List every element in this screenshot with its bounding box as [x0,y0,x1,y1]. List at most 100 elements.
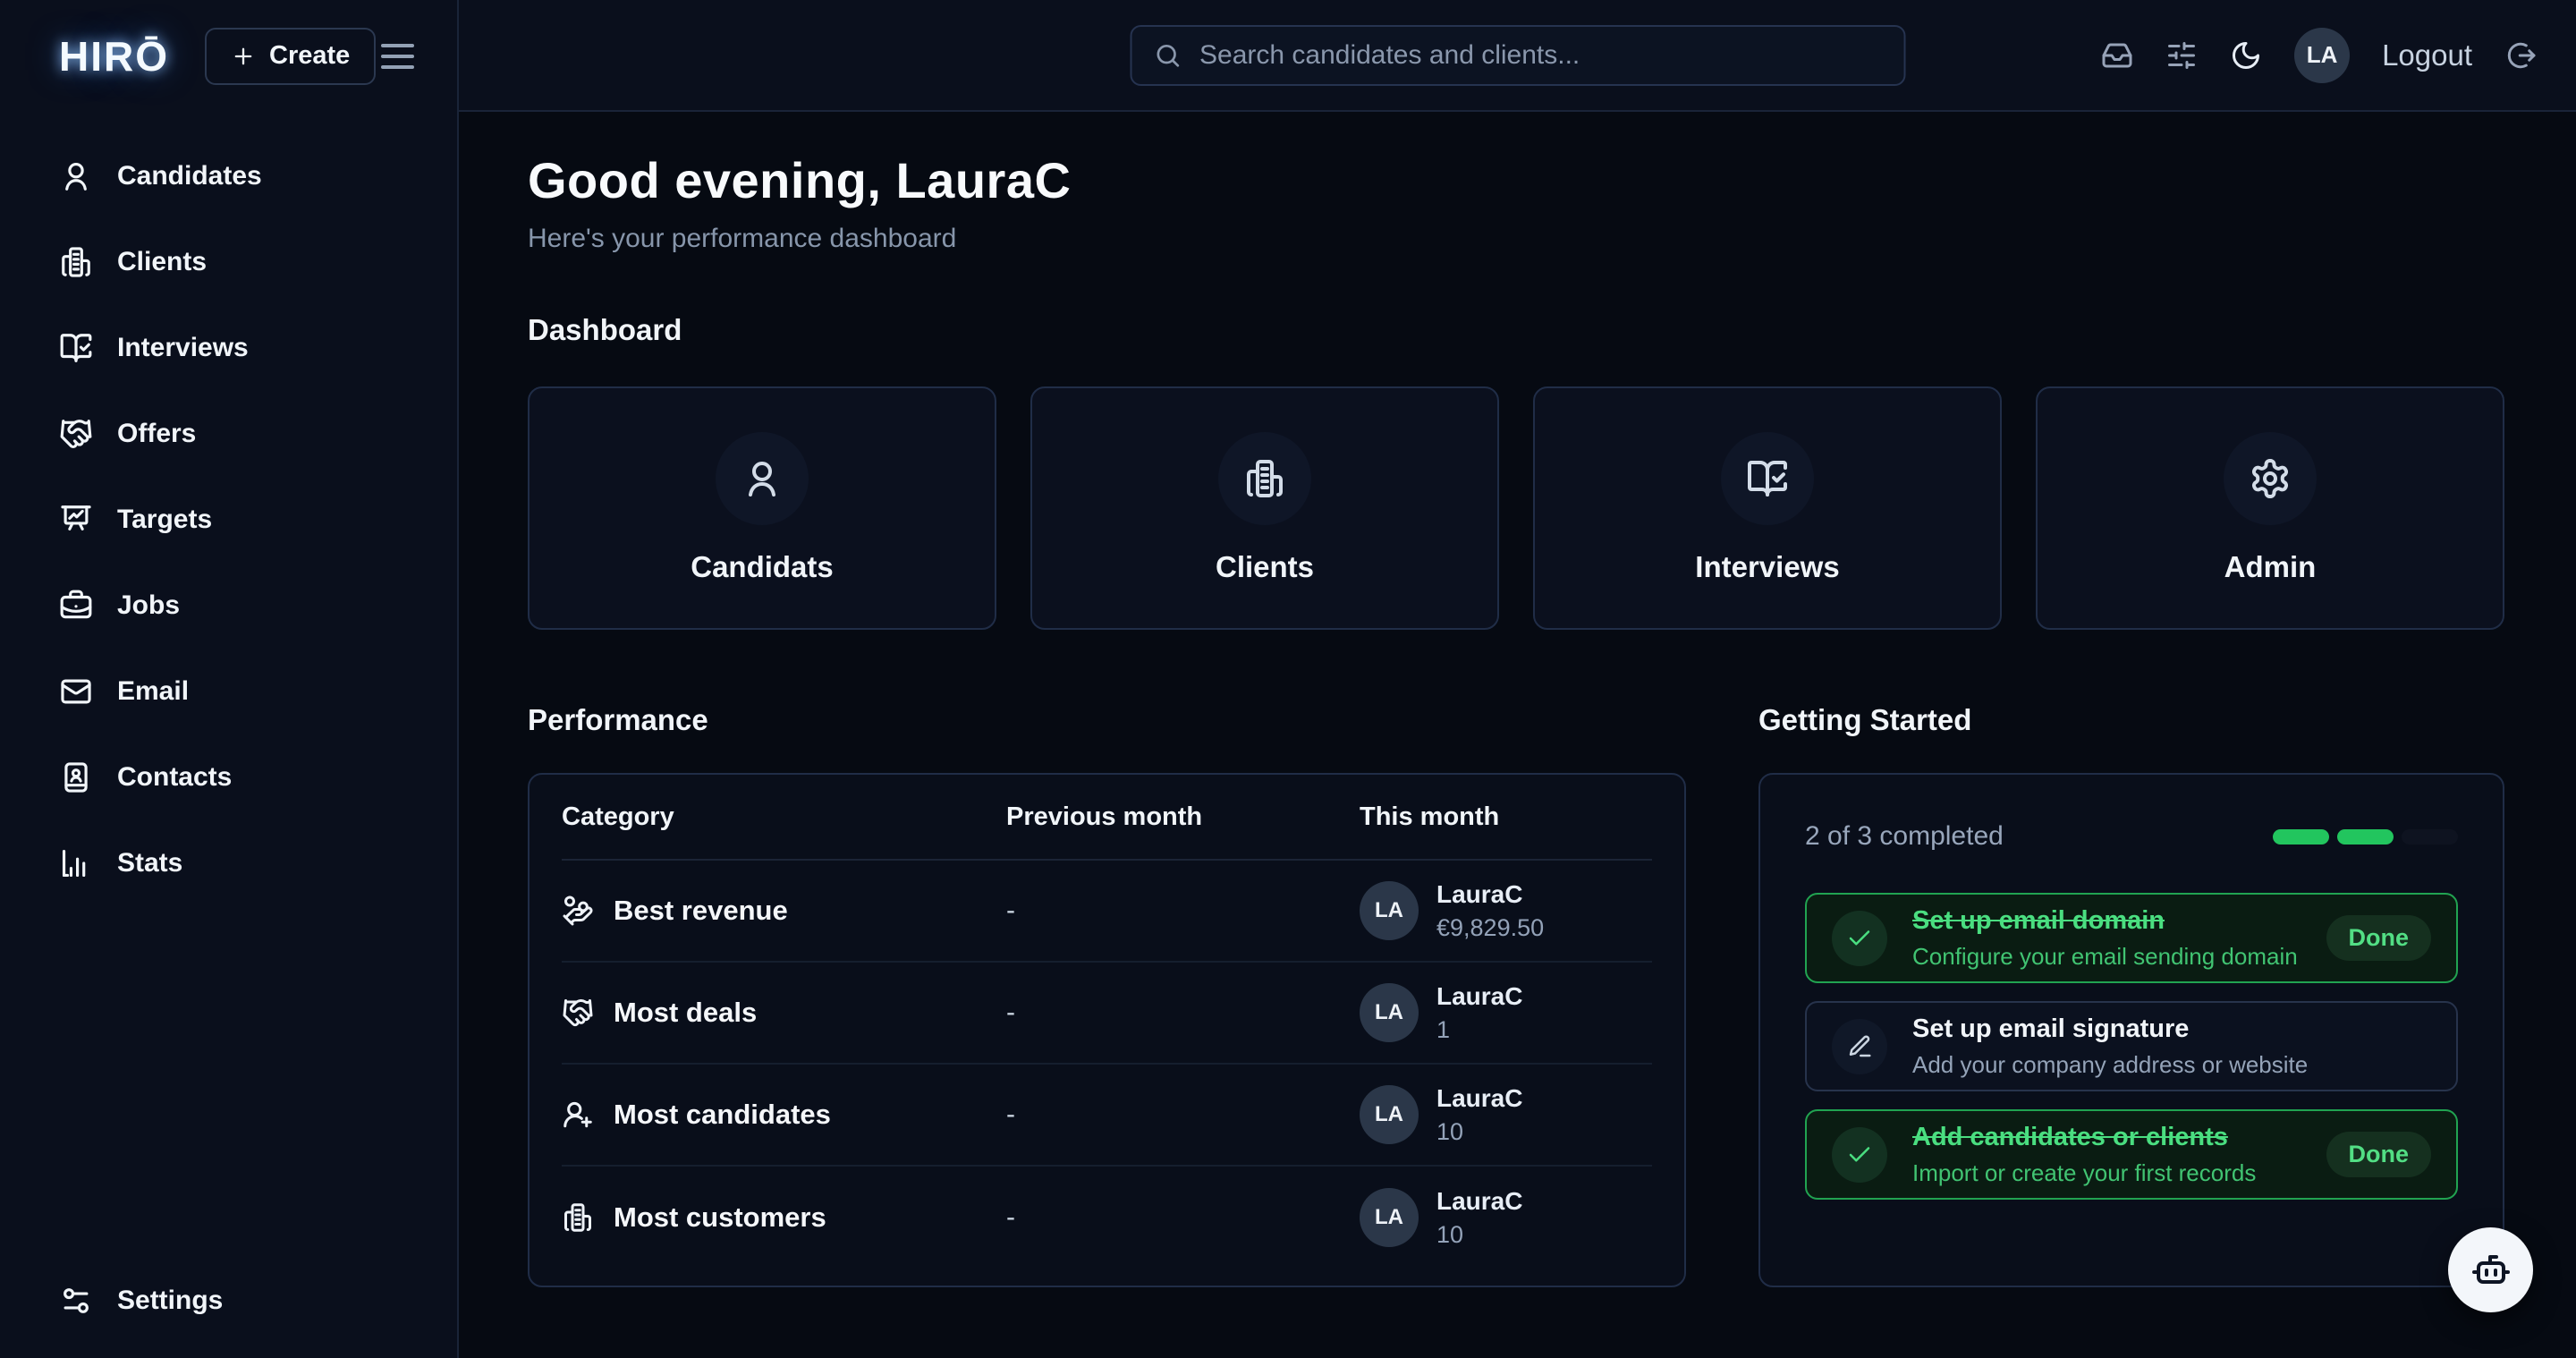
dashboard-card-admin[interactable]: Admin [2036,386,2504,630]
task-title: Add candidates or clients [1912,1123,2256,1152]
progress-bar [2273,829,2458,845]
content: Good evening, LauraC Here's your perform… [459,112,2576,1358]
row-category: Most deals [614,997,757,1029]
winner-name: LauraC [1436,1084,1522,1113]
table-row: Most deals - LA LauraC 1 [562,963,1652,1065]
sidebar-item-jobs[interactable]: Jobs [0,563,457,649]
inbox-icon[interactable] [2101,39,2133,72]
search-input[interactable] [1199,40,1882,71]
task-title: Set up email signature [1912,1014,2308,1044]
menu-toggle-icon[interactable] [376,38,419,74]
row-previous-value: - [1006,997,1360,1028]
sidebar-item-label: Jobs [117,590,180,621]
winner-name: LauraC [1436,880,1544,909]
row-category: Best revenue [614,895,788,927]
task-add-records[interactable]: Add candidates or clients Import or crea… [1805,1109,2458,1200]
sidebar-item-label: Settings [117,1286,223,1316]
sidebar-spacer [0,906,457,1258]
building-icon [562,1201,594,1234]
user-plus-icon [562,1099,594,1131]
briefcase-icon [59,589,93,623]
create-button-label: Create [269,41,350,71]
performance-title: Performance [528,703,1686,737]
sidebar-item-email[interactable]: Email [0,649,457,734]
logout-button[interactable]: Logout [2382,38,2472,72]
getting-started-section: Getting Started 2 of 3 completed [1758,703,2504,1287]
performance-section: Performance Category Previous month This… [528,703,1686,1287]
done-badge: Done [2326,1132,2432,1177]
row-winner: LA LauraC 10 [1360,1084,1652,1146]
hand-coins-icon [562,895,594,927]
brand-logo: HIRŌ [59,32,169,81]
task-list: Set up email domain Configure your email… [1805,893,2458,1200]
done-badge: Done [2326,915,2432,961]
task-title: Set up email domain [1912,906,2298,936]
avatar[interactable]: LA [2294,28,2350,83]
task-email-signature[interactable]: Set up email signature Add your company … [1805,1001,2458,1091]
winner-value: 1 [1436,1016,1522,1044]
user-icon [741,457,784,500]
winner-value: 10 [1436,1118,1522,1146]
dashboard-card-interviews[interactable]: Interviews [1533,386,2002,630]
sidebar-item-settings[interactable]: Settings [0,1258,457,1344]
task-subtitle: Configure your email sending domain [1912,943,2298,971]
progress-segment [2402,829,2458,845]
bar-chart-icon [59,846,93,880]
dashboard-card-candidates[interactable]: Candidats [528,386,996,630]
moon-icon[interactable] [2230,39,2262,72]
sidebar-item-offers[interactable]: Offers [0,391,457,477]
book-check-icon [59,331,93,365]
avatar: LA [1360,1188,1419,1247]
row-previous-value: - [1006,1202,1360,1233]
winner-value: 10 [1436,1221,1522,1249]
sidebar-item-interviews[interactable]: Interviews [0,305,457,391]
sliders-icon[interactable] [2165,39,2198,72]
page-title: Good evening, LauraC [528,151,2576,209]
task-subtitle: Import or create your first records [1912,1159,2256,1187]
card-label: Admin [2224,550,2317,584]
column-header-previous-month: Previous month [1006,802,1360,832]
sidebar-item-contacts[interactable]: Contacts [0,734,457,820]
sidebar-item-targets[interactable]: Targets [0,477,457,563]
sidebar-item-candidates[interactable]: Candidates [0,133,457,219]
check-circle [1832,1127,1887,1183]
plus-icon [231,44,256,69]
create-button[interactable]: Create [205,28,376,85]
gear-icon [2249,457,2292,500]
check-circle [1832,911,1887,966]
presentation-chart-icon [59,503,93,537]
sidebar-item-label: Offers [117,419,196,449]
main-area: LA Logout Good evening, LauraC Here's yo… [459,0,2576,1358]
assistant-fab-button[interactable] [2448,1227,2533,1312]
getting-started-card: 2 of 3 completed [1758,773,2504,1287]
sidebar-header: HIRŌ Create [0,0,457,112]
logout-icon[interactable] [2504,39,2537,72]
row-previous-value: - [1006,895,1360,926]
column-header-category: Category [562,802,1006,832]
sidebar-item-label: Targets [117,505,212,535]
app-window: HIRŌ Create Candidates Clients Interview… [0,0,2576,1358]
card-icon-circle [2224,432,2317,525]
sidebar-item-stats[interactable]: Stats [0,820,457,906]
card-icon-circle [1218,432,1311,525]
task-subtitle: Add your company address or website [1912,1051,2308,1079]
sidebar-item-clients[interactable]: Clients [0,219,457,305]
card-label: Interviews [1695,550,1839,584]
settings-sliders-icon [59,1284,93,1318]
progress-label: 2 of 3 completed [1805,821,2004,852]
avatar: LA [1360,881,1419,940]
table-row: Most candidates - LA LauraC 10 [562,1065,1652,1167]
winner-name: LauraC [1436,982,1522,1011]
sidebar-item-label: Interviews [117,333,249,363]
sidebar-nav: Candidates Clients Interviews Offers Tar… [0,112,457,906]
table-row: Best revenue - LA LauraC €9,829.50 [562,861,1652,963]
dashboard-cards: Candidats Clients Interviews [528,386,2504,630]
sidebar-item-label: Stats [117,848,182,878]
task-email-domain[interactable]: Set up email domain Configure your email… [1805,893,2458,983]
contact-book-icon [59,760,93,794]
winner-value: €9,829.50 [1436,914,1544,942]
card-icon-circle [716,432,809,525]
dashboard-card-clients[interactable]: Clients [1030,386,1499,630]
search-icon [1153,41,1182,70]
avatar: LA [1360,983,1419,1042]
